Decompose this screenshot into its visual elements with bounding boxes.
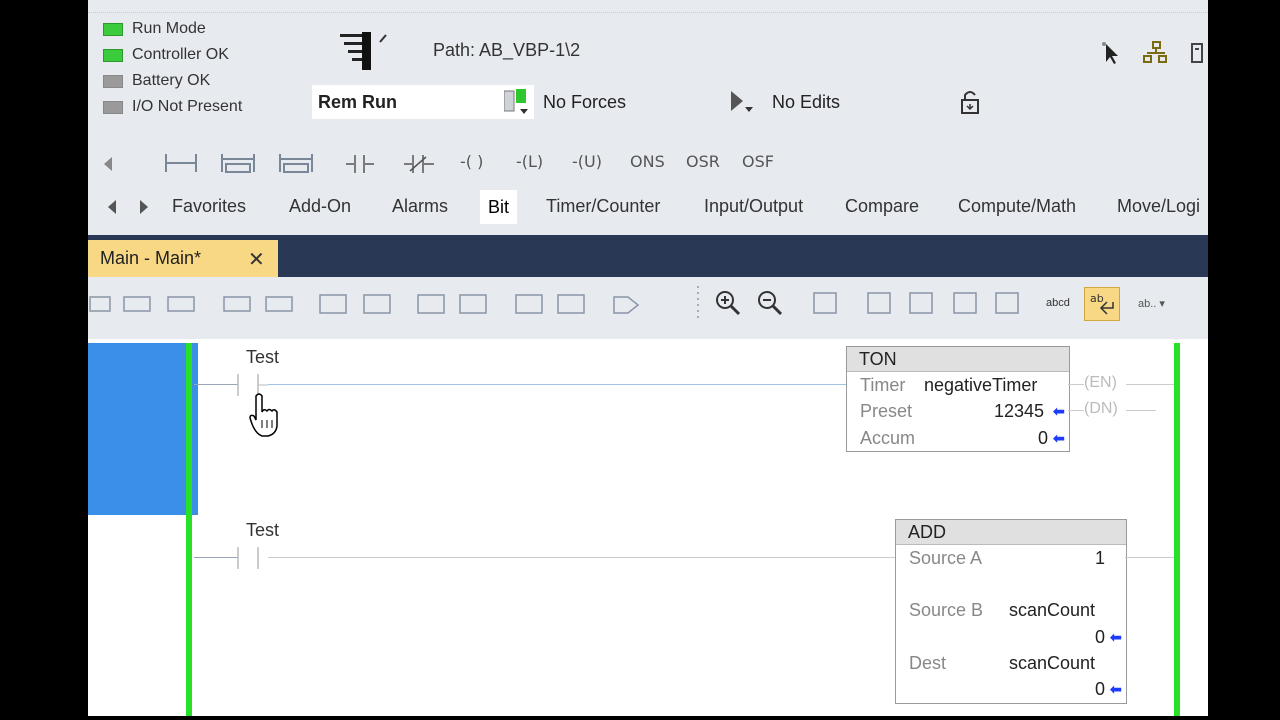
preset-value-arrow-icon: ⬅	[1053, 403, 1065, 419]
rung-edit-icons[interactable]	[88, 287, 648, 323]
right-power-rail	[1174, 343, 1180, 716]
edit-tool-icons[interactable]	[810, 289, 1030, 317]
ons-button[interactable]: ONS	[630, 152, 665, 171]
ton-field-name: Preset	[860, 401, 913, 421]
otu-coil-icon[interactable]: -(U)	[572, 152, 602, 171]
status-io-not-present: I/O Not Present	[103, 98, 242, 116]
ton-field-name: Accum	[860, 428, 916, 448]
comm-path: Path: AB_VBP-1\2	[433, 40, 581, 60]
logix-designer-window: Run Mode Controller OK Battery OK I/O No…	[88, 0, 1208, 716]
select-cursor-icon[interactable]	[1100, 40, 1122, 66]
forces-dropdown-icon[interactable]	[729, 91, 757, 115]
add-field-name: Source A	[909, 548, 983, 568]
controller-mode-box[interactable]: Rem Run	[312, 85, 534, 119]
lock-icon[interactable]	[958, 89, 984, 115]
svg-text:ab: ab	[1090, 292, 1104, 305]
forces-box[interactable]: No Forces	[537, 85, 759, 119]
tab-favorites[interactable]: Favorites	[172, 196, 246, 217]
ton-dn-output: (DN)	[1084, 400, 1118, 417]
text-options-dropdown[interactable]: ab.. ▾	[1138, 297, 1165, 310]
tab-input-output[interactable]: Input/Output	[704, 196, 803, 217]
ton-en-output: (EN)	[1084, 374, 1117, 391]
ote-coil-icon[interactable]: -( )	[460, 152, 483, 171]
battery-ok-led	[103, 74, 123, 88]
tab-compute-math[interactable]: Compute/Math	[958, 196, 1076, 217]
osr-button[interactable]: OSR	[686, 152, 720, 171]
tab-add-on[interactable]: Add-On	[289, 196, 351, 217]
osf-button[interactable]: OSF	[742, 152, 774, 171]
controller-ok-led	[103, 48, 123, 62]
network-icon[interactable]	[1143, 40, 1169, 66]
status-controller-ok: Controller OK	[103, 46, 229, 64]
otl-coil-icon[interactable]: -(L)	[516, 152, 543, 171]
left-power-rail	[186, 343, 192, 716]
close-tab-icon[interactable]: ✕	[248, 247, 265, 272]
io-led	[103, 100, 123, 114]
hand-cursor-icon	[249, 393, 278, 437]
add-dest-tag[interactable]: scanCount	[1009, 653, 1095, 674]
xio-contact-icon[interactable]	[404, 152, 434, 176]
edits-box[interactable]: No Edits	[766, 85, 988, 119]
status-battery-ok: Battery OK	[103, 72, 210, 90]
rung1-contact-tag: Test	[246, 520, 280, 540]
ton-timer-tag[interactable]: negativeTimer	[924, 375, 1037, 396]
tab-alarms[interactable]: Alarms	[392, 196, 448, 217]
ton-accum-value[interactable]: 0	[1038, 428, 1048, 449]
tab-timer-counter[interactable]: Timer/Counter	[546, 196, 660, 217]
toolbar-grip	[697, 286, 699, 318]
add-source-b-live-value: 0	[1095, 627, 1106, 647]
controller-toolbar: Run Mode Controller OK Battery OK I/O No…	[88, 0, 1208, 235]
ton-field-name: Timer	[860, 375, 906, 395]
add-source-b-tag[interactable]: scanCount	[1009, 600, 1095, 621]
mode-dropdown-icon[interactable]	[504, 89, 532, 115]
accum-value-arrow-icon: ⬅	[1053, 430, 1065, 446]
tab-bit[interactable]: Bit	[480, 190, 518, 224]
tab-compare[interactable]: Compare	[845, 196, 919, 217]
xic-contact-icon[interactable]	[346, 152, 374, 176]
device-icon[interactable]	[1190, 42, 1204, 66]
ton-title: TON	[847, 347, 1069, 372]
rung0-contact-tag: Test	[246, 347, 280, 367]
ladder-editor-toolbar: abcd ab ab.. ▾	[88, 277, 1208, 339]
status-run-mode: Run Mode	[103, 20, 206, 38]
ton-preset-value[interactable]: 12345	[994, 401, 1044, 422]
abcd-icon[interactable]: abcd	[1046, 297, 1070, 309]
add-field-name: Source B	[909, 600, 984, 620]
tab-main-routine[interactable]: Main - Main* ✕	[88, 240, 278, 277]
tabs-scroll-right-icon[interactable]	[138, 199, 150, 215]
tag-description-toggle-icon[interactable]: ab	[1084, 287, 1120, 321]
rung1-xic-contact[interactable]	[232, 545, 268, 571]
dest-value-arrow-icon: ⬅	[1110, 681, 1122, 697]
source-b-value-arrow-icon: ⬅	[1110, 629, 1122, 645]
tabs-scroll-left-icon[interactable]	[106, 199, 118, 215]
tab-move-logical[interactable]: Move/Logi	[1117, 196, 1200, 217]
zoom-out-icon[interactable]	[756, 289, 784, 317]
zoom-in-icon[interactable]	[714, 289, 742, 317]
add-field-name: Dest	[909, 653, 947, 673]
controller-status-icon[interactable]	[340, 30, 396, 74]
add-title: ADD	[896, 520, 1126, 545]
instr-scroll-left-icon[interactable]	[102, 155, 114, 173]
branch-icons	[165, 154, 313, 173]
rung-0-selection[interactable]	[88, 343, 198, 515]
run-mode-led	[103, 22, 123, 36]
add-dest-live-value: 0	[1095, 679, 1106, 699]
add-source-a-value[interactable]: 1	[1095, 548, 1105, 569]
